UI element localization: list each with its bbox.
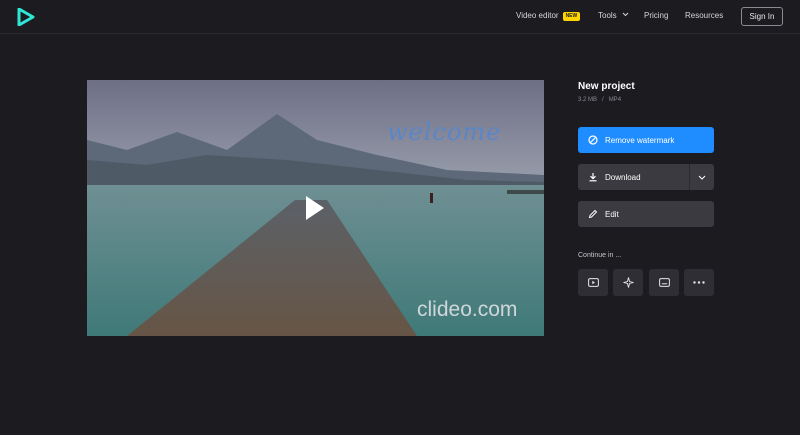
download-options-toggle[interactable] [689, 164, 714, 190]
remove-watermark-button[interactable]: Remove watermark [578, 127, 714, 153]
play-icon[interactable] [304, 194, 326, 222]
video-preview[interactable]: welcome clideo.com [87, 80, 544, 336]
download-icon [588, 172, 598, 182]
continue-in-label: Continue in ... [578, 252, 622, 259]
download-label: Download [605, 172, 641, 182]
continue-video-tool[interactable] [578, 269, 608, 296]
clideo-logo-icon[interactable] [17, 8, 35, 26]
top-bar: Video editor NEW Tools Pricing Resources … [0, 0, 800, 34]
file-format: MP4 [608, 97, 622, 103]
watermark-text: clideo.com [417, 298, 518, 321]
sign-in-button[interactable]: Sign In [741, 7, 783, 26]
meta-separator: / [602, 97, 604, 103]
nav-pricing[interactable]: Pricing [644, 11, 668, 20]
chevron-down-icon [622, 12, 629, 17]
subtitles-icon [658, 278, 670, 287]
more-icon [693, 281, 705, 284]
project-title: New project [578, 81, 635, 92]
remove-watermark-label: Remove watermark [605, 135, 675, 145]
nav-video-editor-label: Video editor [516, 11, 559, 20]
nav-tools-label: Tools [598, 11, 617, 20]
prohibited-icon [588, 135, 598, 145]
continue-subtitles-tool[interactable] [649, 269, 679, 296]
edit-label: Edit [605, 209, 619, 219]
new-badge: NEW [562, 12, 581, 21]
nav-video-editor[interactable]: Video editor NEW [516, 11, 581, 21]
nav-tools[interactable]: Tools [598, 11, 629, 20]
file-size: 3.2 MB [578, 97, 598, 103]
nav-resources[interactable]: Resources [685, 11, 723, 20]
video-overlay-text: welcome [387, 118, 502, 146]
sparkle-icon [622, 277, 634, 288]
pencil-icon [588, 209, 598, 219]
project-meta: 3.2 MB / MP4 [578, 97, 621, 103]
chevron-down-icon [698, 175, 706, 180]
continue-more-tool[interactable] [684, 269, 714, 296]
download-button[interactable]: Download [578, 164, 714, 190]
continue-sparkle-tool[interactable] [613, 269, 643, 296]
video-icon [587, 278, 599, 287]
edit-button[interactable]: Edit [578, 201, 714, 227]
